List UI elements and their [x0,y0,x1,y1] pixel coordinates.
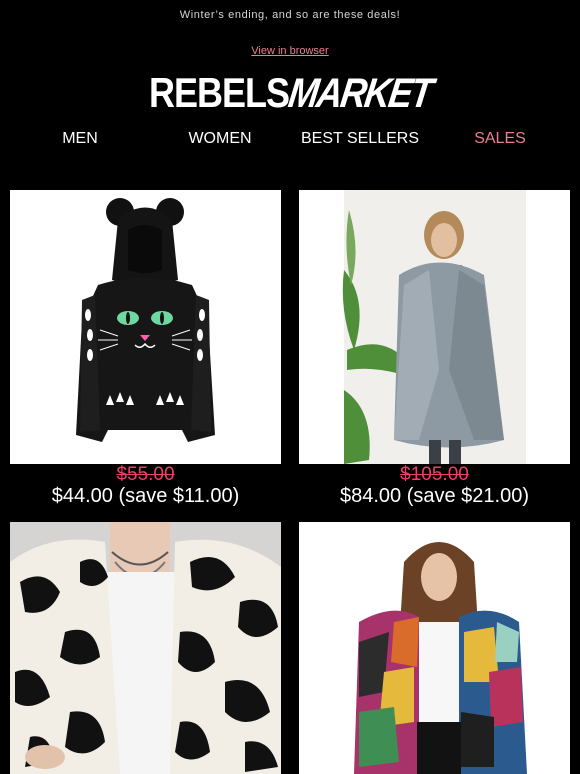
view-in-browser-row: View in browser [0,45,580,57]
view-in-browser-link[interactable]: View in browser [251,45,328,57]
nav-best-sellers[interactable]: BEST SELLERS [290,130,430,148]
product-card[interactable] [10,522,281,774]
product-image-grey-coat[interactable] [299,190,570,464]
rebelsmarket-logo[interactable]: REBELSMARKET [0,69,580,116]
sale-price: $44.00 (save $11.00) [51,485,240,507]
main-nav: MEN WOMEN BEST SELLERS SALES [10,130,570,148]
nav-men[interactable]: MEN [10,130,150,148]
sale-price: $84.00 (save $21.00) [339,485,530,507]
original-price: $105.00 [400,464,469,485]
product-image-cat-hoodie[interactable] [10,190,281,464]
preheader-text: Winter’s ending, and so are these deals! [179,9,401,21]
logo-word-market: MARKET [285,68,435,116]
product-image-multicolor-fur-coat[interactable] [299,522,570,774]
product-image-cow-print-jacket[interactable] [10,522,281,774]
nav-women[interactable]: WOMEN [150,130,290,148]
logo-word-rebels: REBELS [148,68,290,116]
nav-sales[interactable]: SALES [430,130,570,148]
product-card[interactable]: $105.00 $84.00 (save $21.00) [299,190,570,507]
product-card[interactable]: $55.00 $44.00 (save $11.00) [10,190,281,507]
product-card[interactable] [299,522,570,774]
original-price: $55.00 [116,464,175,485]
